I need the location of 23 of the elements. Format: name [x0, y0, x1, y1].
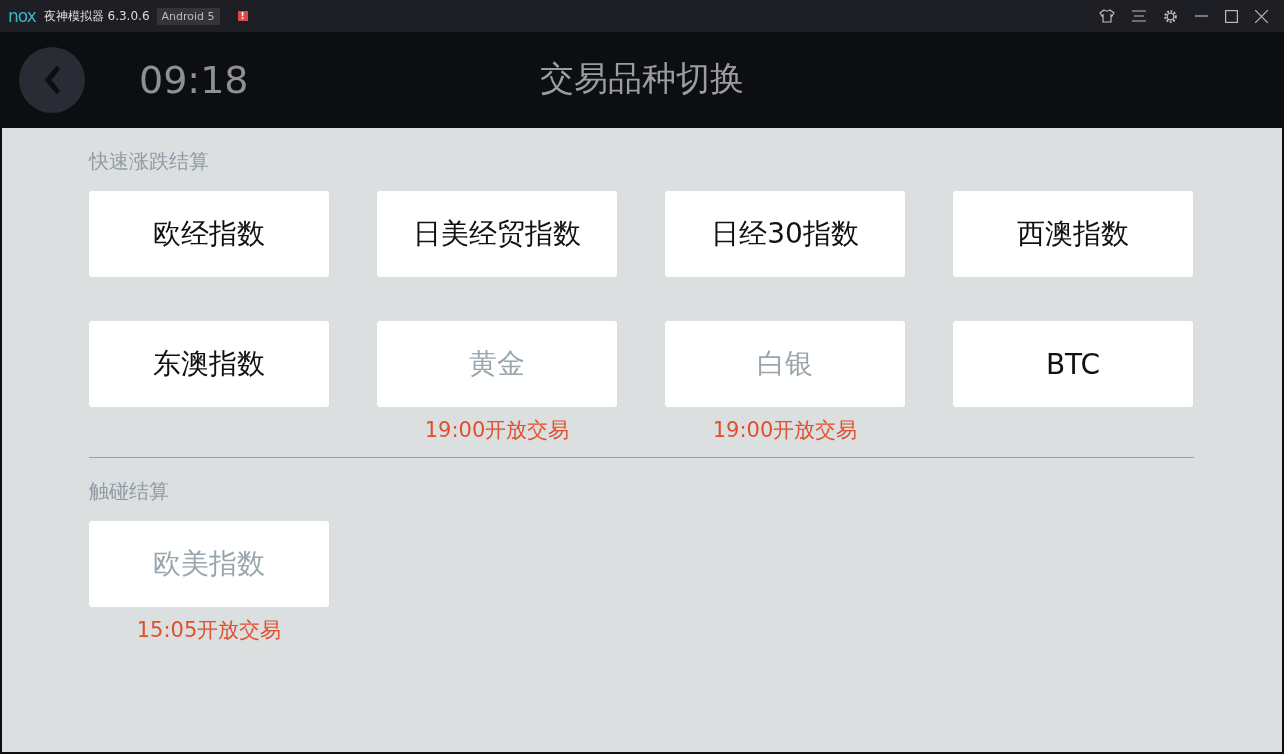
opening-time-note: 19:00开放交易 — [712, 417, 858, 444]
app-logo: nox — [8, 6, 36, 26]
opening-time-note: 19:00开放交易 — [424, 417, 570, 444]
product-button[interactable]: 西澳指数 — [953, 191, 1193, 277]
version-badge: Android 5 — [156, 7, 220, 25]
product-button[interactable]: BTC — [953, 321, 1193, 407]
product-button[interactable]: 东澳指数 — [89, 321, 329, 407]
window-title: 夜神模拟器 6.3.0.6 — [43, 7, 150, 25]
section-title: 触碰结算 — [89, 480, 170, 502]
product-button[interactable]: 日美经贸指数 — [377, 191, 617, 277]
menu-icon[interactable] — [1132, 10, 1146, 22]
settings-icon[interactable] — [1163, 8, 1178, 24]
page-title: 交易品种切换 — [540, 57, 744, 100]
clock-time: 09:18 — [139, 58, 249, 102]
maximize-icon[interactable] — [1225, 9, 1238, 23]
shirt-icon[interactable] — [1099, 9, 1115, 23]
close-icon[interactable] — [1255, 9, 1268, 23]
opening-time-note: 15:05开放交易 — [136, 617, 282, 644]
section-title: 快速涨跌结算 — [89, 150, 210, 172]
chevron-left-icon — [44, 66, 60, 94]
product-button[interactable]: 欧经指数 — [89, 191, 329, 277]
product-button[interactable]: 日经30指数 — [665, 191, 905, 277]
alert-badge[interactable]: ! — [237, 11, 248, 21]
